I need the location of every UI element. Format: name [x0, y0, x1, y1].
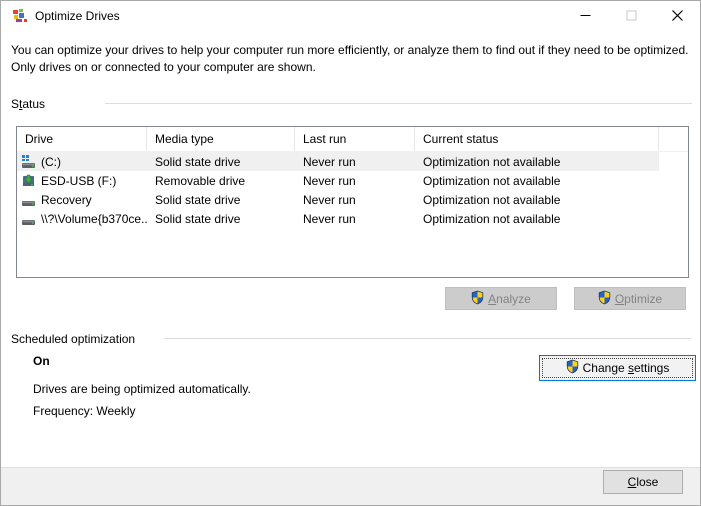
last-run: Never run [295, 174, 415, 188]
analyze-button[interactable]: Analyze [445, 287, 557, 310]
drive-name: Recovery [41, 193, 92, 207]
analyze-button-label: Analyze [488, 292, 531, 306]
optimize-drives-app-icon [12, 8, 28, 24]
close-dialog-button-label: Close [628, 475, 659, 489]
drive-name: ESD-USB (F:) [41, 174, 116, 188]
system-drive-icon [21, 154, 37, 170]
last-run: Never run [295, 155, 415, 169]
maximize-icon [626, 9, 637, 24]
minimize-button[interactable] [562, 1, 608, 31]
window-title: Optimize Drives [35, 9, 120, 23]
scheduled-group-label: Scheduled optimization [11, 332, 135, 346]
media-type: Solid state drive [147, 212, 295, 226]
scheduled-frequency: Frequency: Weekly [33, 404, 136, 418]
status-group-divider [105, 103, 692, 104]
uac-shield-icon [566, 359, 579, 377]
column-header-current-status[interactable]: Current status [415, 127, 659, 151]
close-dialog-button[interactable]: Close [603, 470, 683, 494]
current-status: Optimization not available [415, 155, 659, 169]
usb-drive-icon [21, 173, 37, 189]
hard-drive-icon [21, 192, 37, 208]
column-header-drive[interactable]: Drive [17, 127, 147, 151]
maximize-button [608, 1, 654, 31]
uac-shield-icon [471, 290, 484, 308]
close-button[interactable] [654, 1, 700, 31]
table-row-c-drive[interactable]: (C:) Solid state drive Never run Optimiz… [17, 152, 688, 171]
current-status: Optimization not available [415, 193, 659, 207]
drive-list[interactable]: Drive Media type Last run Current status [16, 126, 689, 278]
table-row-recovery[interactable]: Recovery Solid state drive Never run Opt… [17, 190, 688, 209]
media-type: Removable drive [147, 174, 295, 188]
uac-shield-icon [598, 290, 611, 308]
dialog-description: You can optimize your drives to help you… [11, 42, 697, 76]
scheduled-description: Drives are being optimized automatically… [33, 382, 251, 396]
column-header-last-run[interactable]: Last run [295, 127, 415, 151]
table-row-volume[interactable]: \\?\Volume{b370ce... Solid state drive N… [17, 209, 688, 228]
current-status: Optimization not available [415, 174, 659, 188]
table-row-esd-usb[interactable]: ESD-USB (F:) Removable drive Never run O… [17, 171, 688, 190]
column-header-media-type[interactable]: Media type [147, 127, 295, 151]
change-settings-button-label: Change settings [583, 361, 670, 375]
change-settings-button[interactable]: Change settings [539, 355, 696, 381]
hard-drive-icon [21, 211, 37, 227]
scheduled-group-divider [164, 338, 691, 339]
optimize-drives-dialog: Optimize Drives You can optimize your dr… [0, 0, 701, 506]
column-header-filler [659, 127, 688, 151]
dialog-footer [1, 467, 700, 505]
last-run: Never run [295, 212, 415, 226]
title-bar[interactable]: Optimize Drives [1, 1, 700, 31]
scheduled-state: On [33, 354, 50, 368]
last-run: Never run [295, 193, 415, 207]
close-icon [672, 9, 683, 24]
drive-name: \\?\Volume{b370ce... [41, 212, 147, 226]
optimize-button[interactable]: Optimize [574, 287, 686, 310]
drive-list-header: Drive Media type Last run Current status [17, 127, 688, 152]
media-type: Solid state drive [147, 193, 295, 207]
media-type: Solid state drive [147, 155, 295, 169]
drive-name: (C:) [41, 155, 61, 169]
current-status: Optimization not available [415, 212, 659, 226]
minimize-icon [580, 9, 591, 24]
optimize-button-label: Optimize [615, 292, 662, 306]
status-group-label: Status [11, 97, 45, 111]
